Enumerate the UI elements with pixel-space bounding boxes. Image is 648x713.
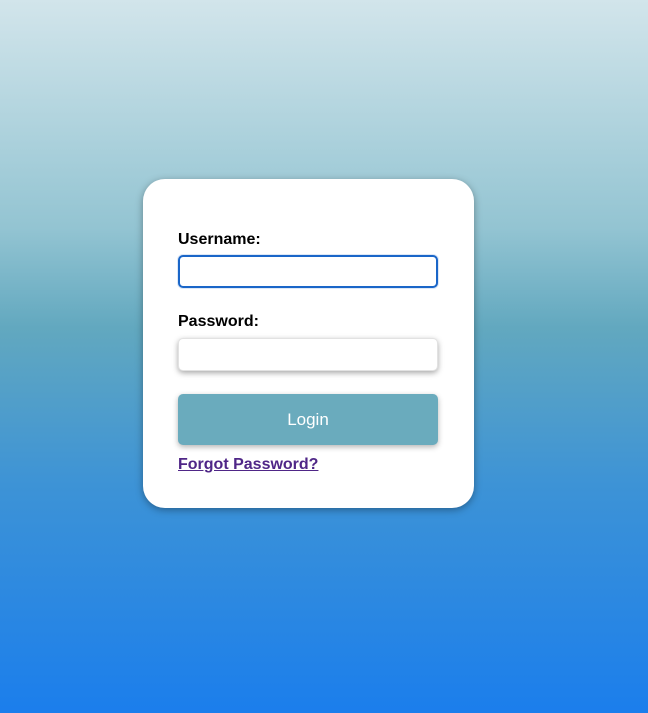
username-label: Username:	[178, 231, 261, 248]
login-button[interactable]: Login	[178, 394, 438, 445]
password-label: Password:	[178, 313, 259, 330]
forgot-password-link[interactable]: Forgot Password?	[178, 456, 318, 474]
password-input[interactable]	[178, 338, 438, 371]
login-card: Username: Password: Login Forgot Passwor…	[143, 179, 474, 508]
username-input[interactable]	[178, 255, 438, 288]
